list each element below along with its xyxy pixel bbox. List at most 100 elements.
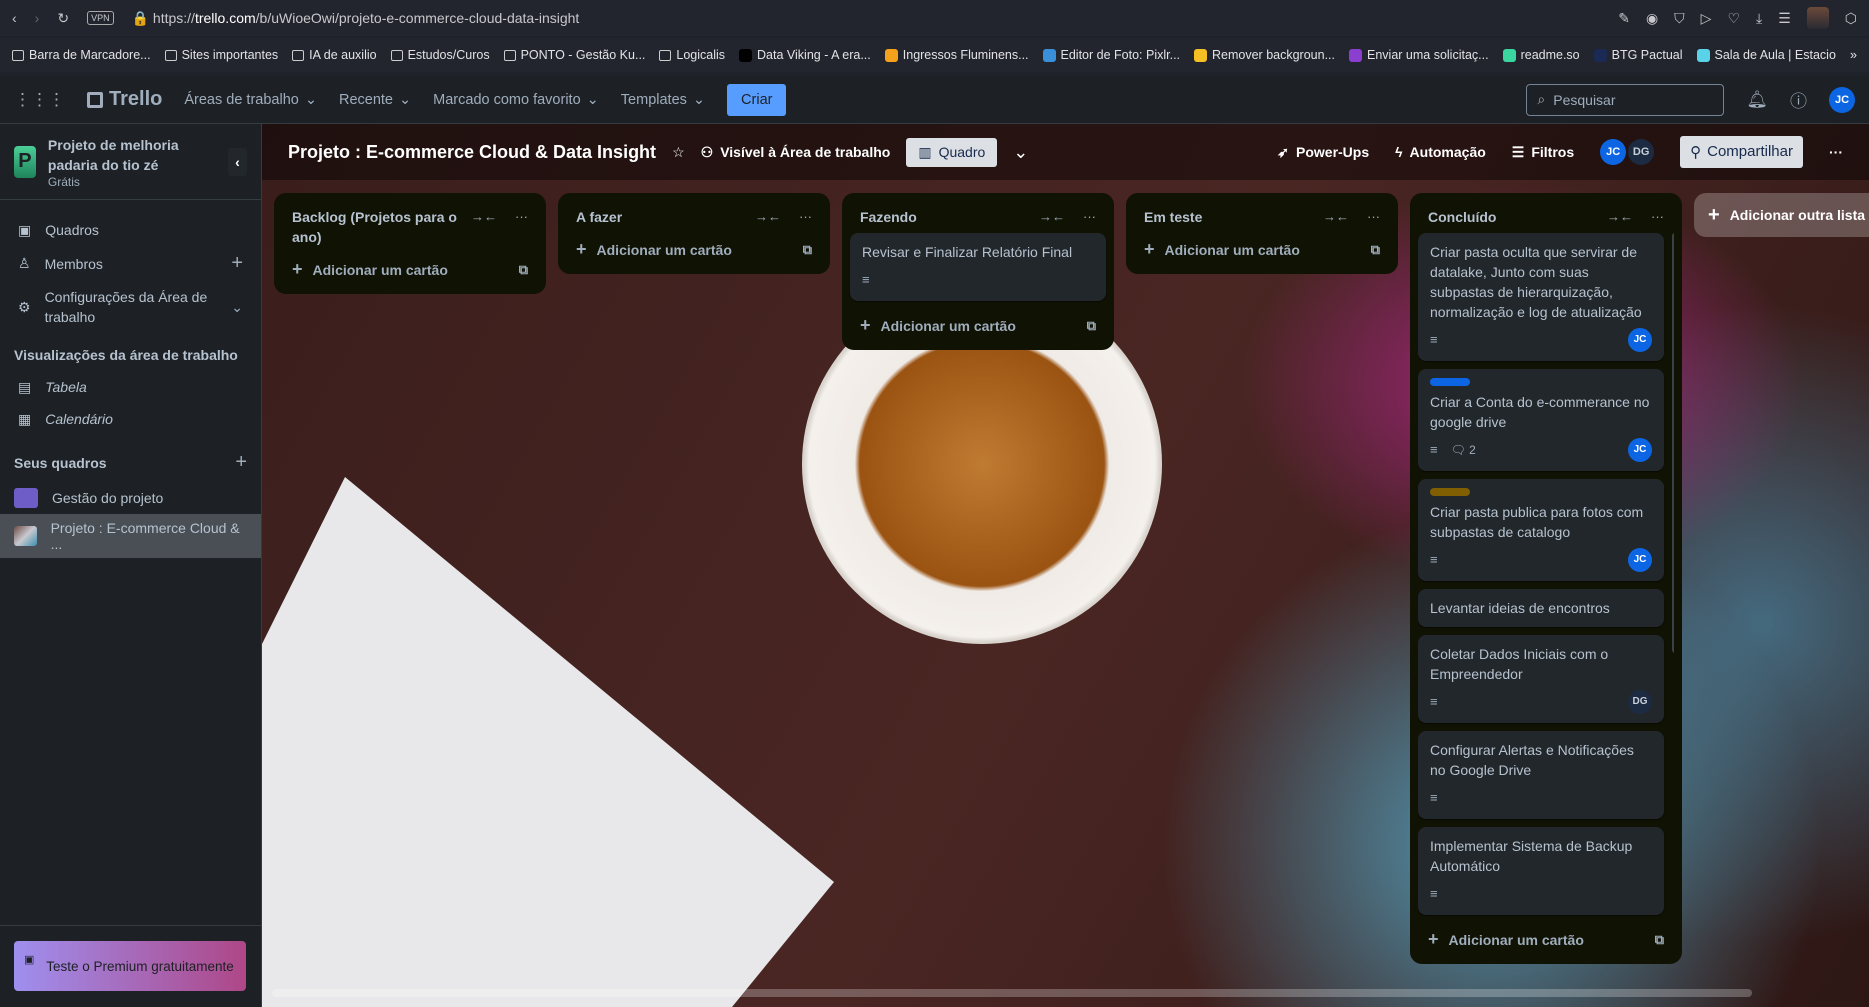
user-avatar[interactable]: JC (1829, 86, 1855, 113)
card[interactable]: Coletar Dados Iniciais com o Empreendedo… (1418, 635, 1664, 723)
list-menu-icon[interactable]: ··· (1651, 209, 1664, 224)
horizontal-scrollbar[interactable] (272, 989, 1752, 997)
back-icon[interactable]: ‹ (12, 10, 17, 26)
card-label[interactable] (1430, 488, 1470, 496)
nav-workspaces[interactable]: Áreas de trabalho ⌄ (184, 92, 317, 108)
star-icon[interactable]: ☆ (672, 144, 685, 161)
list-menu-icon[interactable]: ··· (515, 209, 528, 224)
bookmark-item[interactable]: Editor de Foto: Pixlr... (1042, 48, 1180, 62)
bookmark-item[interactable]: Estudos/Curos (390, 48, 490, 62)
card-template-icon[interactable]: ⧉ (1371, 242, 1380, 258)
add-list-button[interactable]: + Adicionar outra lista (1694, 193, 1869, 237)
bookmark-item[interactable]: Sala de Aula | Estacio (1696, 48, 1836, 62)
bookmark-item[interactable]: BTG Pactual (1593, 48, 1683, 62)
bookmark-item[interactable]: IA de auxilio (292, 48, 377, 62)
list-title[interactable]: A fazer (576, 207, 747, 227)
automation-button[interactable]: ϟ Automação (1395, 144, 1486, 160)
collapse-list-icon[interactable]: →← (755, 209, 781, 224)
add-card-button[interactable]: + Adicionar um cartão ⧉ (1134, 233, 1390, 266)
reload-icon[interactable]: ↻ (57, 10, 69, 27)
apps-grid-icon[interactable]: ⋮⋮⋮ (14, 90, 65, 110)
bookmark-item[interactable]: Barra de Marcadore... (12, 48, 151, 62)
bookmark-item[interactable]: Ingressos Fluminens... (884, 48, 1029, 62)
search-input[interactable]: ⌕ Pesquisar (1526, 83, 1725, 116)
powerups-button[interactable]: ➶ Power-Ups (1277, 144, 1369, 161)
collapse-list-icon[interactable]: →← (471, 209, 497, 224)
bookmark-item[interactable]: Enviar uma solicitaç... (1349, 48, 1489, 62)
collapse-list-icon[interactable]: →← (1323, 209, 1349, 224)
sidebar-item-settings[interactable]: ⚙ Configurações da Área de trabalho ⌄ (0, 281, 261, 333)
sidebar-item-boards[interactable]: ▣ Quadros (0, 214, 261, 246)
nav-recent[interactable]: Recente ⌄ (339, 92, 411, 108)
workspace-name[interactable]: Projeto de melhoria padaria do tio zé (48, 135, 216, 175)
add-member-icon[interactable]: + (231, 252, 243, 275)
card[interactable]: Criar pasta publica para fotos com subpa… (1418, 479, 1664, 581)
card[interactable]: Configurar Alertas e Notificações no Goo… (1418, 731, 1664, 819)
collapse-list-icon[interactable]: →← (1039, 209, 1065, 224)
card[interactable]: Criar a Conta do e-commerance no google … (1418, 369, 1664, 471)
address-bar[interactable]: 🔒 https://trello.com/b/uWioeOwi/projeto-… (132, 10, 580, 27)
bookmark-item[interactable]: PONTO - Gestão Ku... (503, 48, 645, 62)
nav-templates[interactable]: Templates ⌄ (621, 92, 705, 108)
vpn-badge[interactable]: VPN (87, 11, 114, 25)
bookmark-item[interactable]: readme.so (1502, 48, 1580, 62)
card-template-icon[interactable]: ⧉ (1655, 932, 1664, 948)
card[interactable]: Levantar ideias de encontros (1418, 589, 1664, 627)
card[interactable]: Criar pasta oculta que servirar de datal… (1418, 233, 1664, 361)
trello-logo[interactable]: Trello (87, 88, 162, 111)
download-icon[interactable]: ⤓ (1756, 10, 1762, 27)
member-avatar[interactable]: JC (1600, 139, 1627, 165)
play-icon[interactable]: ▷ (1701, 10, 1712, 27)
extensions-icon[interactable]: ⬡ (1845, 10, 1857, 27)
list-title[interactable]: Backlog (Projetos para o ano) (292, 207, 463, 247)
edit-icon[interactable]: ✎ (1618, 10, 1630, 27)
card-member-avatar[interactable]: DG (1628, 690, 1652, 714)
list-scrollbar[interactable] (1672, 233, 1674, 653)
list-title[interactable]: Fazendo (860, 207, 1031, 227)
collapse-list-icon[interactable]: →← (1607, 209, 1633, 224)
card-label[interactable] (1430, 378, 1470, 386)
card-template-icon[interactable]: ⧉ (519, 262, 528, 278)
add-card-button[interactable]: + Adicionar um cartão ⧉ (566, 233, 822, 266)
sidebar-item-calendar[interactable]: ▦ Calendário (0, 403, 261, 435)
list-title[interactable]: Em teste (1144, 207, 1315, 227)
premium-trial-button[interactable]: ▣ Teste o Premium gratuitamente (14, 941, 246, 991)
bookmark-item[interactable]: Data Viking - A era... (739, 48, 871, 62)
filters-button[interactable]: ☰ Filtros (1512, 144, 1574, 161)
bookmark-item[interactable]: Logicalis (659, 48, 725, 62)
card[interactable]: Implementar Sistema de Backup Automático… (1418, 827, 1664, 915)
list-menu-icon[interactable]: ··· (1083, 209, 1096, 224)
nav-starred[interactable]: Marcado como favorito ⌄ (433, 92, 599, 108)
notifications-icon[interactable]: 🔔︎ (1746, 90, 1768, 110)
heart-icon[interactable]: ♡ (1727, 10, 1740, 27)
create-button[interactable]: Criar (727, 83, 787, 116)
bookmark-item[interactable]: Remover backgroun... (1194, 48, 1335, 62)
profile-avatar[interactable] (1806, 7, 1829, 29)
more-options-icon[interactable]: ··· (1829, 144, 1843, 160)
member-avatar[interactable]: DG (1628, 139, 1655, 165)
shield-icon[interactable]: ⛉ (1674, 10, 1685, 27)
card-template-icon[interactable]: ⧉ (803, 242, 812, 258)
add-card-button[interactable]: + Adicionar um cartão ⧉ (282, 253, 538, 286)
share-button[interactable]: ⚲ Compartilhar (1680, 136, 1803, 168)
settings-icon[interactable]: ☰ (1778, 10, 1791, 27)
board-title[interactable]: Projeto : E-commerce Cloud & Data Insigh… (288, 142, 656, 163)
card-member-avatar[interactable]: JC (1628, 438, 1652, 462)
view-board-button[interactable]: ▥ Quadro (906, 137, 998, 167)
help-icon[interactable]: ⓘ (1790, 87, 1807, 112)
bookmark-item[interactable]: Sites importantes (164, 48, 278, 62)
sidebar-item-members[interactable]: ♙ Membros + (0, 246, 261, 281)
camera-icon[interactable]: ◉ (1646, 10, 1658, 27)
add-board-icon[interactable]: + (235, 451, 247, 474)
more-bookmarks-icon[interactable]: » (1850, 48, 1857, 62)
add-card-button[interactable]: + Adicionar um cartão ⧉ (1418, 923, 1674, 956)
card-member-avatar[interactable]: JC (1628, 328, 1652, 352)
chevron-down-icon[interactable]: ⌄ (1013, 142, 1028, 163)
list-menu-icon[interactable]: ··· (799, 209, 812, 224)
card[interactable]: Revisar e Finalizar Relatório Final ≡ (850, 233, 1106, 301)
sidebar-item-table[interactable]: ▤ Tabela (0, 371, 261, 403)
visibility-button[interactable]: ⚇ Visível à Área de trabalho (701, 144, 891, 161)
sidebar-board-item[interactable]: Gestão do projeto (0, 482, 261, 514)
card-template-icon[interactable]: ⧉ (1087, 318, 1096, 334)
forward-icon[interactable]: › (35, 10, 40, 26)
